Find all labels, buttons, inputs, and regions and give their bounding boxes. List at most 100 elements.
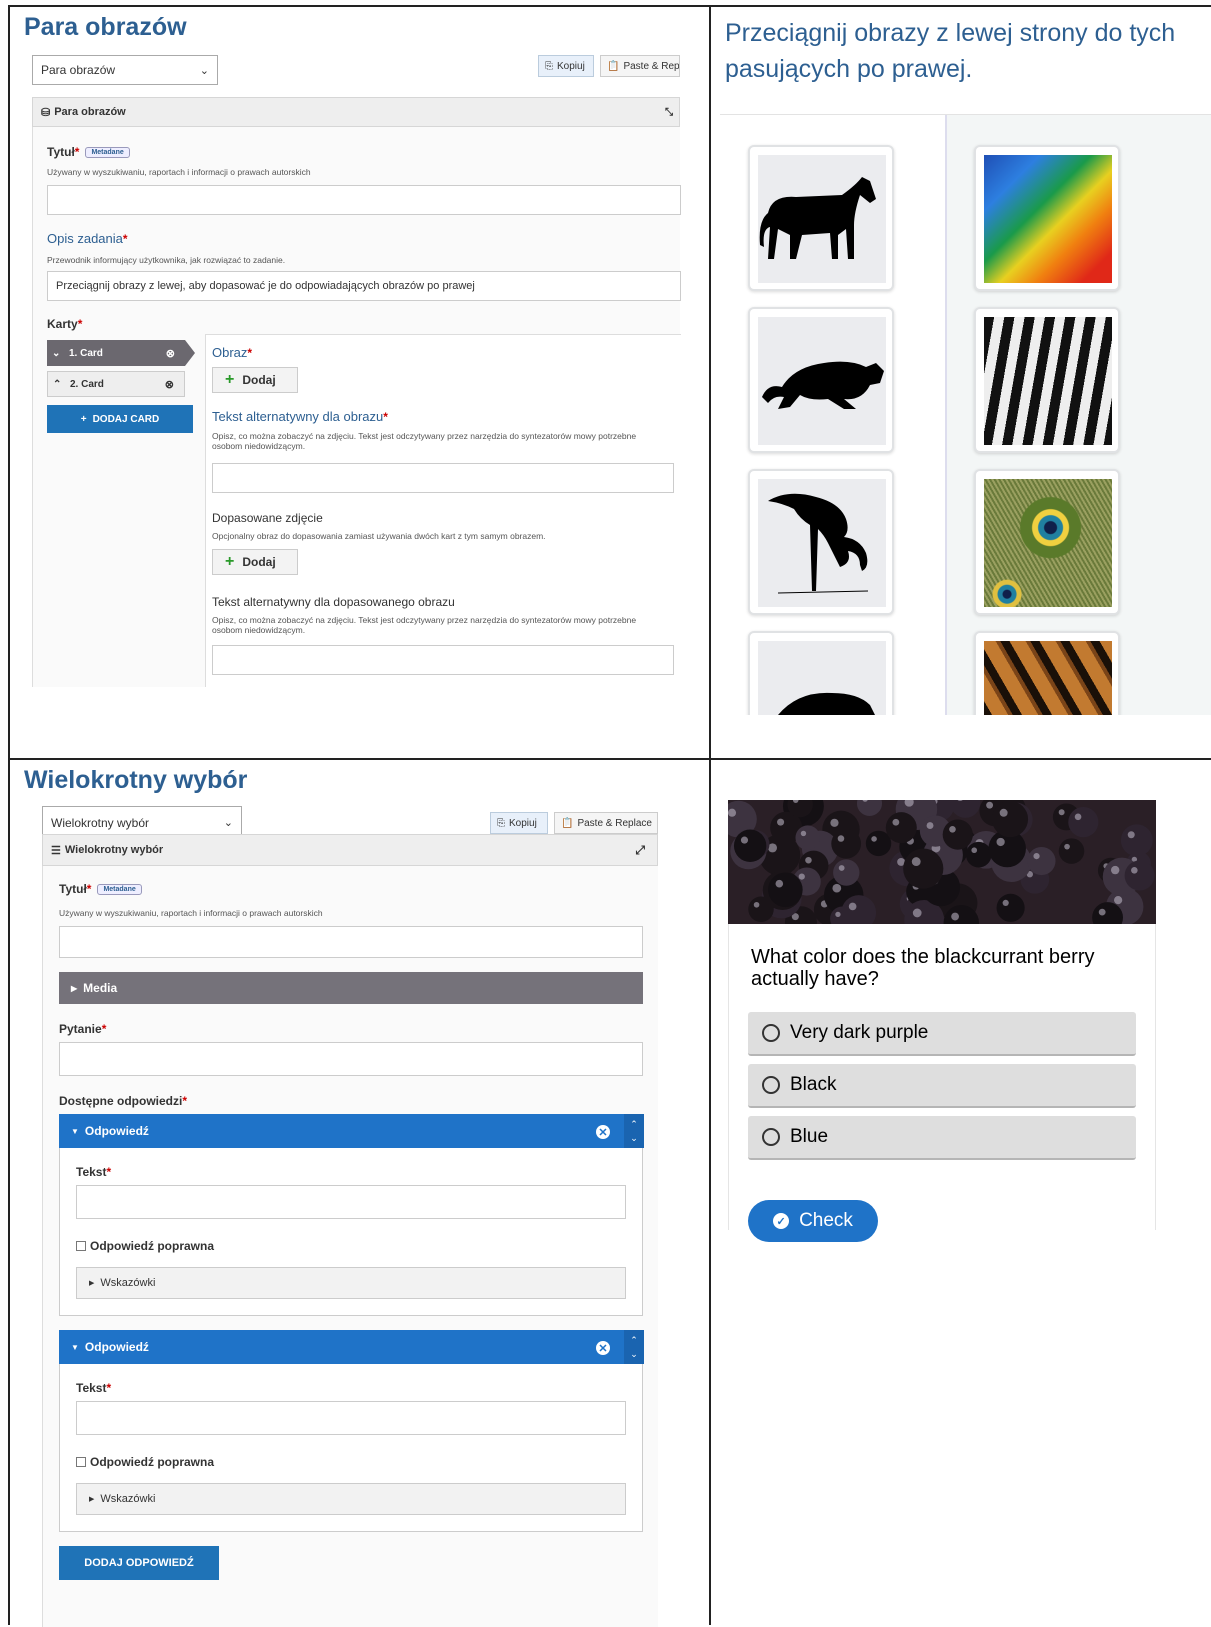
add-answer-button[interactable]: DODAJ ODPOWIEDŹ [59,1546,219,1580]
correct-answer-checkbox[interactable]: Odpowiedź poprawna [76,1455,214,1469]
task-input[interactable]: Przeciągnij obrazy z lewej, aby dopasowa… [47,271,681,301]
reorder-arrows-icon[interactable]: ⌃ ⌄ [624,1114,644,1148]
remove-icon[interactable]: ⊗ [165,378,174,391]
tips-section-toggle[interactable]: ▶ Wskazówki [76,1483,626,1515]
list-icon: ☰ [51,844,61,857]
editor-header: ⛁ Para obrazów ⤡ [32,97,680,127]
alt-text-input[interactable] [212,463,674,493]
alt-text-label: Tekst alternatywny dla obrazu* [212,409,388,424]
caret-down-icon: ▼ [71,1342,79,1352]
correct-answer-checkbox[interactable]: Odpowiedź poprawna [76,1239,214,1253]
target-image-peacock-feather[interactable] [974,469,1120,615]
answer-block: ▼ Odpowiedź ✕ ⌃ ⌄ Tekst* Odpowiedź popraw… [59,1330,644,1532]
matched-image-description: Opcjonalny obraz do dopasowania zamiast … [212,531,546,541]
task-label: Opis zadania* [47,231,128,246]
tiger-silhouette-icon [778,692,875,715]
matched-alt-label: Tekst alternatywny dla dopasowanego obra… [212,595,455,609]
copy-label: Kopiuj [557,60,585,72]
answer-header[interactable]: ▼ Odpowiedź [59,1330,643,1364]
reorder-arrows-icon[interactable]: ⌃ ⌄ [624,1330,644,1364]
section-title: Wielokrotny wybór [24,766,248,794]
caret-down-icon: ▼ [71,1126,79,1136]
metadata-badge[interactable]: Metadane [85,147,130,159]
active-card-pointer [185,340,195,366]
media-label: Media [83,981,118,995]
check-button[interactable]: ✓ Check [748,1200,878,1242]
panther-silhouette-icon [762,361,884,409]
add-label: Dodaj [242,555,276,569]
card-form: Obraz* + Dodaj Tekst alternatywny dla obr… [205,334,681,687]
add-label: Dodaj [242,373,276,387]
plus-icon: + [225,553,235,570]
answer-option[interactable]: Blue [748,1116,1136,1160]
board-top-bar [720,107,1211,115]
answer-text-label: Tekst* [76,1381,112,1395]
card-tab-1[interactable]: ⌄ 1. Card ⊗ [47,340,185,366]
question-text: What color does the blackcurrant berry a… [751,946,1095,990]
matched-alt-input[interactable] [212,645,674,675]
editor-body: Tytuł* Metadane Używany w wyszukiwaniu, r… [42,866,658,1627]
paste-label: Paste & Replace [577,817,652,829]
expand-icon[interactable]: ⤡ [665,107,673,118]
paste-label: Paste & Repl [623,60,680,72]
answer-option[interactable]: Very dark purple [748,1012,1136,1056]
caret-right-icon: ▶ [89,1496,95,1503]
draggable-image-flamingo[interactable] [748,469,894,615]
answer-option[interactable]: Black [748,1064,1136,1108]
title-label: Tytuł* Metadane [47,145,130,159]
target-image-parrot-feathers[interactable] [974,145,1120,291]
chevron-up-icon: ⌃ [53,378,62,390]
copy-label: Kopiuj [509,817,537,829]
tips-label: Wskazówki [100,1493,156,1505]
title-description: Używany w wyszukiwaniu, raportach i info… [47,167,311,177]
add-card-button[interactable]: + DODAJ CARD [47,405,193,433]
select-value: Para obrazów [41,63,116,77]
section-title: Para obrazów [24,13,187,41]
remove-answer-icon[interactable]: ✕ [596,1125,610,1139]
add-image-button[interactable]: + Dodaj [212,367,298,393]
title-input[interactable] [59,926,643,958]
remove-icon[interactable]: ⊗ [166,347,175,360]
title-input[interactable] [47,185,681,215]
copy-button[interactable]: ⎘ Kopiuj [538,55,594,77]
copy-icon: ⎘ [497,817,505,829]
answer-option-label: Blue [790,1126,829,1147]
plus-icon: + [225,371,235,388]
alt-text-description: Opisz, co można zobaczyć na zdjęciu. Tek… [212,431,637,451]
add-matched-image-button[interactable]: + Dodaj [212,549,298,575]
card-tab-2[interactable]: ⌃ 2. Card ⊗ [47,371,185,397]
target-image-zebra-stripes[interactable] [974,307,1120,453]
metadata-badge[interactable]: Metadane [97,884,142,896]
title-description: Używany w wyszukiwaniu, raportach i info… [59,908,323,918]
card-tab-label: 1. Card [69,347,103,359]
question-input[interactable] [59,1042,643,1076]
answers-label: Dostępne odpowiedzi* [59,1094,188,1108]
answer-text-input[interactable] [76,1185,626,1219]
draggable-image-horse[interactable] [748,145,894,291]
target-image-tiger-fur[interactable] [974,631,1120,715]
tips-section-toggle[interactable]: ▶ Wskazówki [76,1267,626,1299]
chevron-down-icon: ⌄ [223,817,233,829]
correct-label: Odpowiedź poprawna [90,1455,215,1469]
select-value: Wielokrotny wybór [51,815,150,830]
draggable-image-panther[interactable] [748,307,894,453]
remove-answer-icon[interactable]: ✕ [596,1341,610,1355]
chevron-down-icon: ⌄ [52,347,61,359]
editor-body: Tytuł* Metadane Używany w wyszukiwaniu, r… [32,127,681,687]
title-label: Tytuł* Metadane [59,882,142,896]
content-type-select[interactable]: Para obrazów ⌄ [32,55,218,85]
matched-alt-description: Opisz, co można zobaczyć na zdjęciu. Tek… [212,615,637,635]
answer-option-label: Black [790,1074,837,1095]
answer-text-input[interactable] [76,1401,626,1435]
draggable-image-tiger[interactable] [748,631,894,715]
image-label: Obraz* [212,345,253,360]
expand-icon[interactable]: ⤢ [635,843,645,858]
paste-replace-button[interactable]: 📋 Paste & Replace [554,812,658,834]
editor-header-label: Para obrazów [54,106,126,118]
correct-label: Odpowiedź poprawna [90,1239,215,1253]
copy-button[interactable]: ⎘ Kopiuj [490,812,548,834]
answer-header[interactable]: ▼ Odpowiedź [59,1114,643,1148]
paste-replace-button[interactable]: 📋 Paste & Repl [600,55,680,77]
check-circle-icon: ✓ [773,1213,790,1229]
media-section-toggle[interactable]: ▶ Media [59,972,643,1004]
